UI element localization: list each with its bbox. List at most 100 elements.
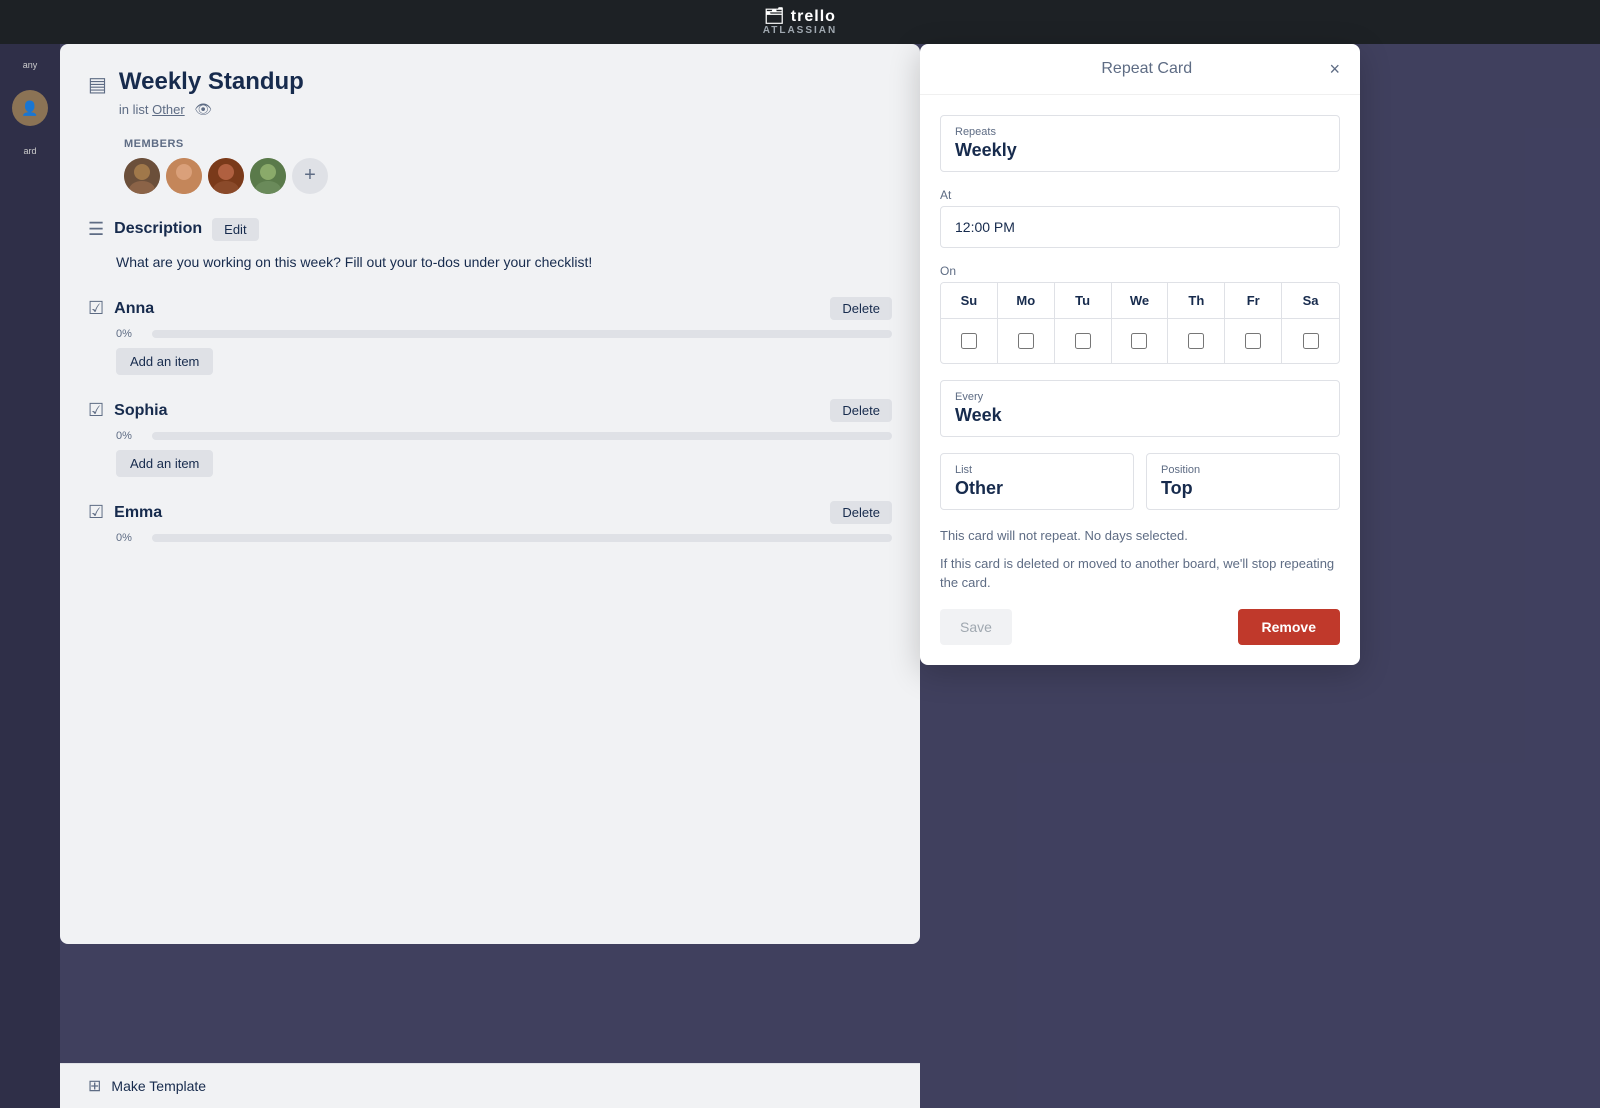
on-section: On Su Mo Tu We Th Fr Sa [940,264,1340,364]
day-th: Th [1168,283,1225,318]
left-sidebar: any 👤 ard [0,44,60,1108]
members-label: MEMBERS [124,138,892,150]
repeat-card-panel: Repeat Card × Repeats Weekly At On Su Mo… [920,44,1360,665]
card-title-block: Weekly Standup in list Other 👁 [119,68,304,118]
every-label: Every [955,391,1325,403]
list-box[interactable]: List Other [940,453,1134,510]
delete-sophia-button[interactable]: Delete [830,399,892,422]
at-label: At [940,188,1340,202]
checklist-anna-left: ☑ Anna [88,298,154,319]
repeat-panel-body: Repeats Weekly At On Su Mo Tu We Th Fr S… [920,95,1360,665]
checklist-emma-icon: ☑ [88,502,104,523]
member-avatar-3[interactable] [208,158,244,194]
member-avatar-2[interactable] [166,158,202,194]
day-su: Su [941,283,998,318]
action-row: Save Remove [940,609,1340,645]
delete-emma-button[interactable]: Delete [830,501,892,524]
day-sa: Sa [1282,283,1339,318]
members-section: MEMBERS + [88,138,892,194]
checklist-emma-header: ☑ Emma Delete [88,501,892,524]
every-box[interactable]: Every Week [940,380,1340,437]
checkbox-we[interactable] [1131,333,1147,349]
trello-logo: 🗂 trello ATLASSIAN [763,8,837,37]
card-header-icon: ▤ [88,72,107,97]
edit-description-button[interactable]: Edit [212,218,258,241]
template-icon: ⊞ [88,1076,101,1096]
member-avatar-4[interactable] [250,158,286,194]
checklist-sophia: ☑ Sophia Delete 0% Add an item [88,399,892,477]
card-modal: ▤ Weekly Standup in list Other 👁 MEMBERS [60,44,920,944]
every-value: Week [955,405,1325,426]
description-header: ☰ Description Edit [88,218,892,241]
checklist-sophia-name: Sophia [114,402,167,420]
card-title: Weekly Standup [119,68,304,97]
checklist-sophia-left: ☑ Sophia [88,400,167,421]
logo-sub: ATLASSIAN [763,25,837,36]
members-row: + [124,158,892,194]
days-header-row: Su Mo Tu We Th Fr Sa [941,283,1339,318]
emma-progress-row: 0% [88,532,892,544]
checklist-emma-left: ☑ Emma [88,502,162,523]
anna-progress-row: 0% [88,328,892,340]
list-label: List [955,464,1119,476]
days-grid: Su Mo Tu We Th Fr Sa [940,282,1340,364]
list-value: Other [955,478,1119,499]
day-check-fr [1225,319,1282,363]
day-fr: Fr [1225,283,1282,318]
repeats-section: Repeats Weekly [940,115,1340,172]
checkbox-tu[interactable] [1075,333,1091,349]
day-mo: Mo [998,283,1055,318]
watch-icon[interactable]: 👁 [194,101,212,118]
repeat-panel-title: Repeat Card [964,60,1329,78]
sophia-progress-row: 0% [88,430,892,442]
day-check-tu [1055,319,1112,363]
anna-progress-bar-bg [152,330,892,338]
sidebar-card-label: ard [5,146,55,156]
every-section: Every Week [940,380,1340,437]
card-list-link[interactable]: Other [152,102,185,117]
checklist-anna-header: ☑ Anna Delete [88,297,892,320]
day-check-we [1112,319,1169,363]
save-button[interactable]: Save [940,609,1012,645]
repeats-label: Repeats [955,126,1325,138]
remove-button[interactable]: Remove [1238,609,1340,645]
checkbox-sa[interactable] [1303,333,1319,349]
on-label: On [940,264,1340,278]
description-text: What are you working on this week? Fill … [88,251,892,273]
description-section: ☰ Description Edit What are you working … [88,218,892,273]
make-template-label[interactable]: Make Template [111,1078,206,1094]
logo-top: 🗂 trello [764,8,836,26]
emma-progress-pct: 0% [116,532,144,544]
info-text-1: This card will not repeat. No days selec… [940,526,1340,546]
delete-anna-button[interactable]: Delete [830,297,892,320]
position-value: Top [1161,478,1325,499]
repeat-panel-header: Repeat Card × [920,44,1360,95]
repeats-value: Weekly [955,140,1325,161]
sophia-progress-pct: 0% [116,430,144,442]
checkbox-fr[interactable] [1245,333,1261,349]
day-check-mo [998,319,1055,363]
checkbox-th[interactable] [1188,333,1204,349]
make-template-row: ⊞ Make Template [60,1063,920,1108]
add-item-sophia-button[interactable]: Add an item [116,450,213,477]
at-input[interactable] [940,206,1340,248]
member-avatar-1[interactable] [124,158,160,194]
checklist-anna-icon: ☑ [88,298,104,319]
checklist-anna-name: Anna [114,300,154,318]
anna-progress-pct: 0% [116,328,144,340]
description-icon: ☰ [88,219,104,240]
day-check-su [941,319,998,363]
card-list-ref: in list Other 👁 [119,101,304,118]
checkbox-mo[interactable] [1018,333,1034,349]
top-bar: 🗂 trello ATLASSIAN [0,0,1600,44]
repeats-box[interactable]: Repeats Weekly [940,115,1340,172]
sidebar-company-label: any [5,60,55,70]
checklist-emma-name: Emma [114,504,162,522]
info-text-2: If this card is deleted or moved to anot… [940,554,1340,593]
add-item-anna-button[interactable]: Add an item [116,348,213,375]
close-repeat-panel-button[interactable]: × [1329,60,1340,78]
position-box[interactable]: Position Top [1146,453,1340,510]
add-member-button[interactable]: + [292,158,328,194]
checkbox-su[interactable] [961,333,977,349]
sophia-progress-bar-bg [152,432,892,440]
